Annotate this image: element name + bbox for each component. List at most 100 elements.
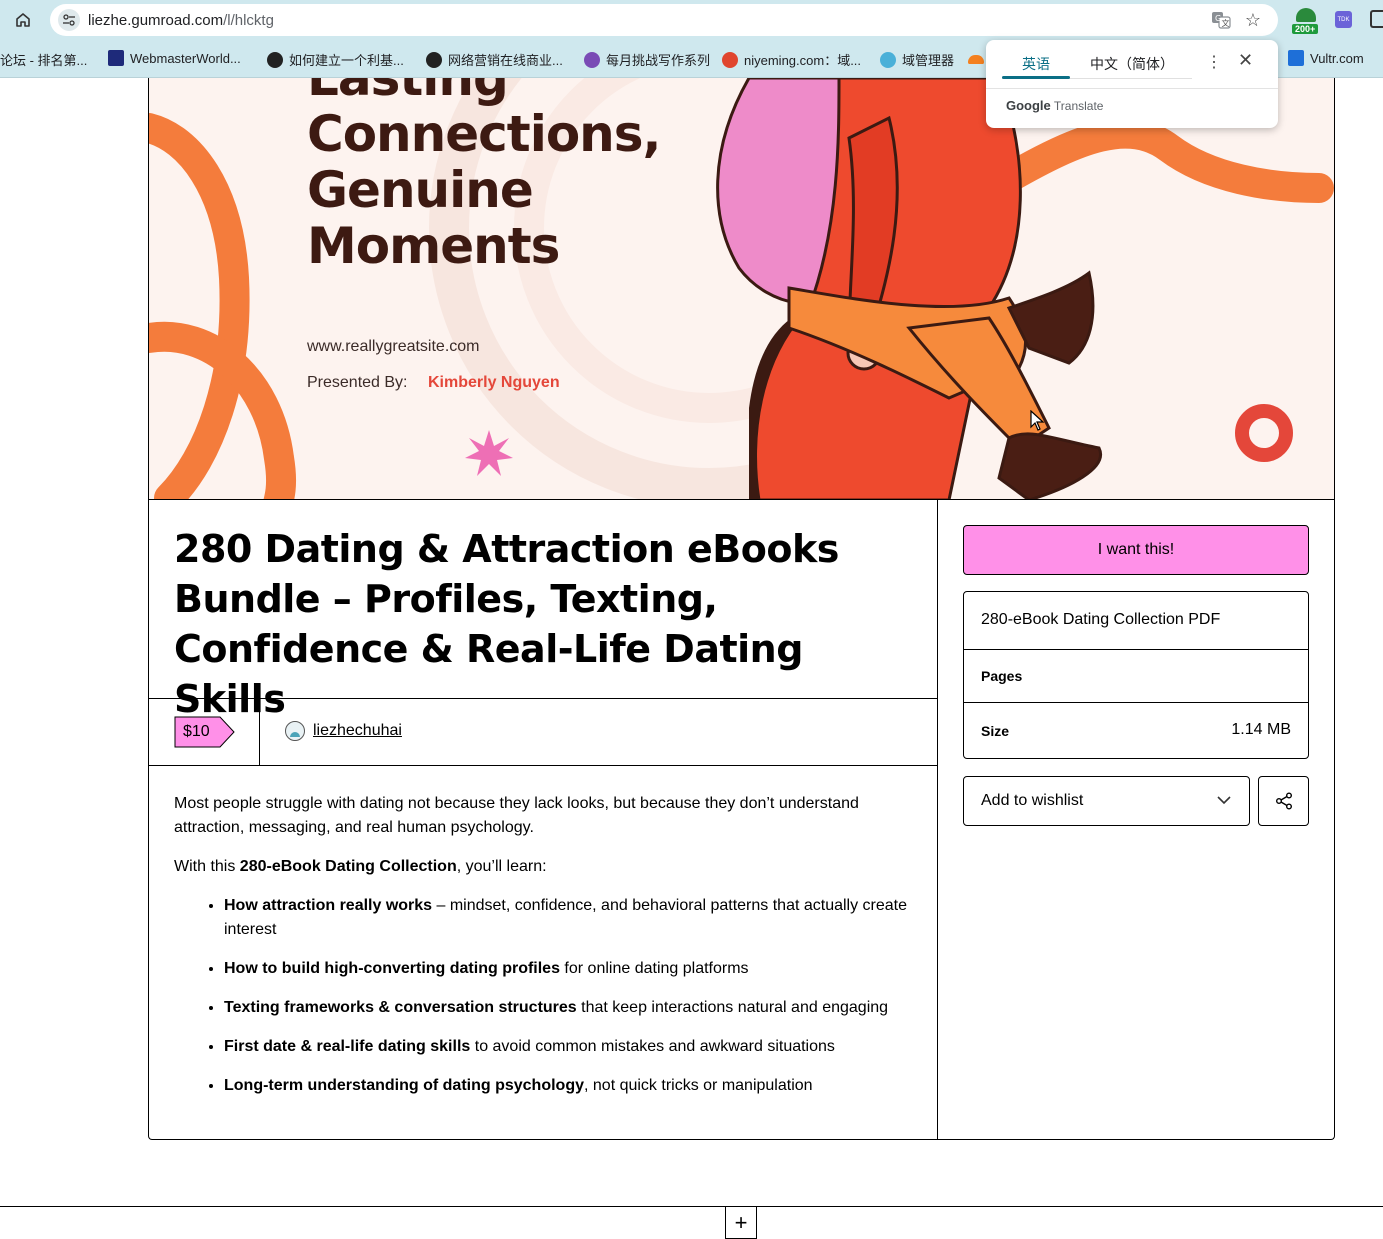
url-host: liezhe.gumroad.com bbox=[88, 12, 224, 29]
expand-plus-button[interactable]: + bbox=[725, 1207, 757, 1239]
translate-divider bbox=[986, 88, 1278, 89]
price-value: $10 bbox=[183, 723, 210, 740]
share-icon bbox=[1275, 792, 1292, 810]
info-title: 280-eBook Dating Collection PDF bbox=[981, 611, 1221, 628]
bookmark-label: WebmasterWorld... bbox=[130, 50, 241, 66]
browser-toolbar: liezhe.gumroad.com/l/hlcktg G文 ☆ 200+ TD… bbox=[0, 0, 1383, 40]
footer-divider bbox=[0, 1206, 1383, 1207]
bookmark-star-icon[interactable]: ☆ bbox=[1242, 9, 1264, 31]
bookmark-item[interactable]: Vultr.com bbox=[1288, 50, 1364, 66]
bookmark-item[interactable]: niyeming.com：域... bbox=[722, 50, 861, 69]
bullet-bold: First date & real-life dating skills bbox=[224, 1038, 471, 1055]
info-row-title: 280-eBook Dating Collection PDF bbox=[964, 592, 1308, 650]
translate-tab-target[interactable]: 中文（简体） bbox=[1090, 54, 1174, 74]
cover-presenter-name: Kimberly Nguyen bbox=[428, 374, 560, 391]
google-wordmark: Google bbox=[1006, 98, 1051, 113]
description-learn: With this 280-eBook Dating Collection, y… bbox=[174, 855, 914, 879]
bullet-bold: Long-term understanding of dating psycho… bbox=[224, 1077, 584, 1094]
bookmark-item[interactable]: 域管理器 bbox=[880, 50, 954, 69]
close-icon[interactable]: ✕ bbox=[1238, 50, 1253, 71]
webmasterworld-icon bbox=[108, 50, 124, 66]
wishlist-label: Add to wishlist bbox=[981, 792, 1084, 809]
cover-headline-line: Genuine bbox=[307, 161, 534, 219]
price-cell: $10 bbox=[149, 699, 260, 765]
product-title: 280 Dating & Attraction eBooks Bundle – … bbox=[174, 527, 839, 721]
niyeming-icon bbox=[722, 51, 738, 68]
cover-presented-by: Presented By: bbox=[307, 374, 408, 391]
extension-badge: 200+ bbox=[1292, 24, 1319, 34]
bullet-bold: How to build high-converting dating prof… bbox=[224, 960, 560, 977]
bookmark-label: 域管理器 bbox=[902, 53, 955, 68]
bullet-rest: for online dating platforms bbox=[559, 960, 749, 977]
bookmark-label: Vultr.com bbox=[1310, 50, 1364, 66]
product-description: Most people struggle with dating not bec… bbox=[174, 792, 914, 1113]
bookmark-label: 每月挑战写作系列 bbox=[606, 53, 711, 68]
bookmark-item[interactable]: 如何建立一个利基... bbox=[267, 50, 404, 69]
domain-manager-icon bbox=[880, 51, 896, 68]
product-details: 280 Dating & Attraction eBooks Bundle – … bbox=[149, 500, 938, 1139]
learn-bold: 280-eBook Dating Collection bbox=[239, 858, 457, 875]
size-label: Size bbox=[981, 723, 1010, 739]
globe-icon bbox=[267, 51, 283, 68]
bookmark-label: niyeming.com：域... bbox=[744, 53, 862, 68]
add-to-wishlist-select[interactable]: Add to wishlist bbox=[963, 776, 1250, 826]
cover-headline-line: Lasting bbox=[307, 78, 509, 107]
learn-suffix: , you’ll learn: bbox=[456, 858, 547, 875]
bookmark-item[interactable]: 论坛 - 排名第... bbox=[0, 50, 87, 69]
cover-headline: Lasting Connections, Genuine Moments bbox=[307, 78, 662, 274]
product-card: Lasting Connections, Genuine Moments www… bbox=[148, 78, 1335, 1140]
info-row-size: Size 1.14 MB bbox=[964, 703, 1308, 758]
product-info-box: 280-eBook Dating Collection PDF Pages Si… bbox=[963, 591, 1309, 759]
translate-tab-indicator bbox=[1002, 76, 1070, 79]
learn-list: How attraction really works – mindset, c… bbox=[224, 894, 914, 1098]
bookmark-item[interactable]: WebmasterWorld... bbox=[108, 50, 241, 66]
translate-icon[interactable]: G文 bbox=[1210, 9, 1232, 31]
bullet-bold: Texting frameworks & conversation struct… bbox=[224, 999, 577, 1016]
list-item: How attraction really works – mindset, c… bbox=[224, 894, 914, 942]
svg-text:文: 文 bbox=[1222, 18, 1230, 28]
svg-text:G: G bbox=[1215, 14, 1221, 23]
extensions-puzzle-icon[interactable] bbox=[1370, 10, 1383, 28]
list-item: How to build high-converting dating prof… bbox=[224, 957, 914, 981]
translate-popup: 英语 中文（简体） ⋮ ✕ Google Translate bbox=[986, 40, 1278, 128]
avatar bbox=[285, 721, 305, 741]
pages-label: Pages bbox=[981, 668, 1023, 684]
vultr-icon bbox=[1288, 50, 1304, 66]
description-intro: Most people struggle with dating not bec… bbox=[174, 795, 859, 836]
bookmark-label: 网络营销在线商业... bbox=[448, 53, 563, 68]
cloudflare-icon bbox=[968, 55, 984, 64]
translate-wordmark: Translate bbox=[1053, 99, 1104, 113]
list-item: First date & real-life dating skills to … bbox=[224, 1035, 914, 1059]
globe-icon bbox=[426, 51, 442, 68]
seller-link[interactable]: liezhechuhai bbox=[285, 721, 402, 741]
google-translate-brand: Google Translate bbox=[1006, 98, 1103, 113]
chevron-down-icon bbox=[1217, 796, 1231, 805]
buy-button[interactable]: I want this! bbox=[963, 525, 1309, 575]
mouse-cursor-icon bbox=[1030, 410, 1045, 431]
purchase-sidebar: I want this! 280-eBook Dating Collection… bbox=[939, 500, 1334, 1139]
home-icon[interactable] bbox=[12, 9, 34, 31]
url-text[interactable]: liezhe.gumroad.com/l/hlcktg bbox=[88, 12, 274, 29]
bookmark-item[interactable] bbox=[968, 50, 984, 64]
translate-tab-source[interactable]: 英语 bbox=[1022, 54, 1050, 74]
bookmark-item[interactable]: 每月挑战写作系列 bbox=[584, 50, 710, 69]
bookmark-item[interactable]: 网络营销在线商业... bbox=[426, 50, 563, 69]
extension-dome-icon bbox=[1296, 8, 1316, 22]
list-item: Texting frameworks & conversation struct… bbox=[224, 996, 914, 1020]
tdk-extension-icon[interactable]: TDK bbox=[1335, 11, 1352, 28]
learn-prefix: With this bbox=[174, 858, 240, 875]
price-tag: $10 bbox=[174, 716, 236, 748]
bookmark-label: 论坛 - 排名第... bbox=[0, 53, 88, 68]
bullet-rest: that keep interactions natural and engag… bbox=[576, 999, 889, 1016]
product-meta-row: $10 liezhechuhai bbox=[149, 698, 938, 766]
cover-website: www.reallygreatsite.com bbox=[307, 338, 480, 355]
product-cover-image: Lasting Connections, Genuine Moments www… bbox=[149, 78, 1334, 500]
extension-icon[interactable]: 200+ bbox=[1290, 8, 1322, 34]
list-item: Long-term understanding of dating psycho… bbox=[224, 1074, 914, 1098]
address-bar[interactable]: liezhe.gumroad.com/l/hlcktg G文 ☆ bbox=[50, 4, 1278, 36]
share-button[interactable] bbox=[1258, 776, 1309, 826]
url-path: /l/hlcktg bbox=[223, 12, 274, 29]
site-settings-icon[interactable] bbox=[58, 9, 80, 31]
seller-name[interactable]: liezhechuhai bbox=[313, 722, 402, 740]
more-options-icon[interactable]: ⋮ bbox=[1206, 52, 1222, 72]
